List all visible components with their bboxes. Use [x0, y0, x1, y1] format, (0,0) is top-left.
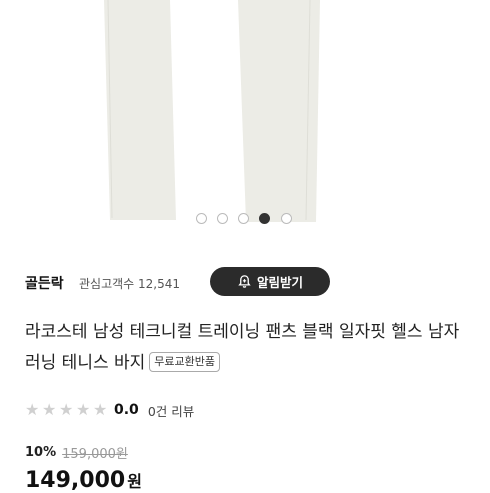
carousel-dot[interactable] — [238, 213, 249, 224]
star-empty-icon: ★ — [42, 400, 57, 419]
review-count[interactable]: 0건 리뷰 — [148, 401, 194, 420]
alarm-button-label: 알림받기 — [256, 275, 303, 290]
alarm-subscribe-button[interactable]: 알림받기 — [210, 267, 330, 296]
final-price: 149,000 원 — [25, 468, 142, 493]
seller-info: 골든락 관심고객수 12,541 알림받기 — [25, 267, 465, 297]
star-empty-icon: ★ — [76, 400, 91, 419]
carousel-dot[interactable] — [196, 213, 207, 224]
pants-left-leg — [104, 0, 176, 220]
carousel-dot-active[interactable] — [259, 213, 270, 224]
star-rating: ★ ★ ★ ★ ★ — [25, 402, 109, 418]
star-empty-icon: ★ — [25, 400, 40, 419]
bell-plus-icon — [238, 275, 251, 288]
free-return-badge: 무료교환반품 — [149, 352, 221, 372]
star-empty-icon: ★ — [93, 400, 108, 419]
discount-row: 10% 159,000원 — [25, 443, 128, 462]
final-price-amount: 149,000 — [25, 468, 126, 493]
rating-summary[interactable]: ★ ★ ★ ★ ★ 0.0 0건 리뷰 — [25, 400, 194, 420]
product-image-carousel[interactable] — [0, 0, 490, 238]
seller-name[interactable]: 골든락 — [25, 273, 64, 293]
star-empty-icon: ★ — [59, 400, 74, 419]
discount-rate: 10% — [25, 445, 57, 460]
product-photo-pants — [104, 0, 320, 222]
carousel-dot[interactable] — [281, 213, 292, 224]
rating-score: 0.0 — [114, 402, 139, 418]
currency-unit: 원 — [127, 472, 142, 491]
carousel-dot[interactable] — [217, 213, 228, 224]
carousel-indicator — [0, 213, 490, 229]
product-title: 라코스테 남성 테크니컬 트레이닝 팬츠 블랙 일자핏 헬스 남자 러닝 테니스… — [25, 317, 470, 379]
original-price: 159,000원 — [62, 447, 128, 462]
product-title-text: 라코스테 남성 테크니컬 트레이닝 팬츠 블랙 일자핏 헬스 남자 러닝 테니스… — [25, 322, 460, 373]
follower-count: 관심고객수 12,541 — [79, 277, 181, 291]
